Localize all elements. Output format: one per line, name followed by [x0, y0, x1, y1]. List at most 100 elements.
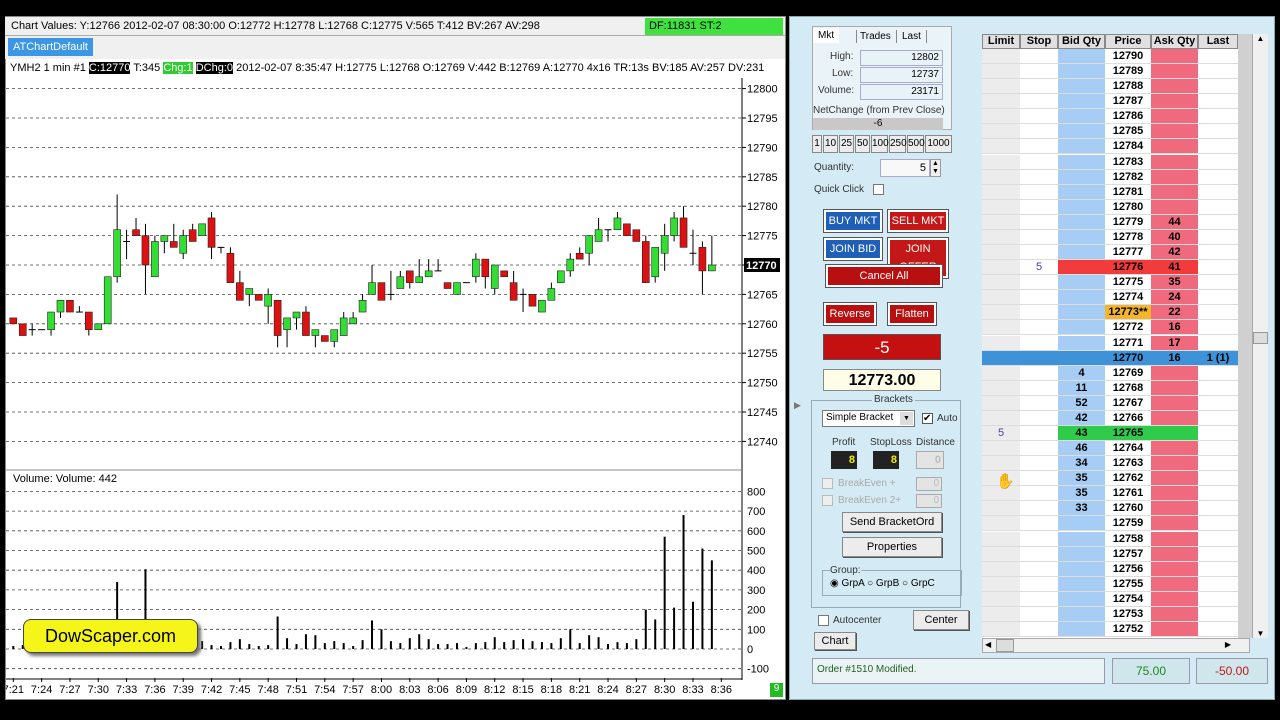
- ladder-limit-cell[interactable]: [982, 335, 1020, 351]
- ladder-limit-cell[interactable]: [982, 245, 1020, 261]
- chart-button[interactable]: Chart: [814, 632, 856, 650]
- profit-input[interactable]: 8: [831, 451, 857, 469]
- ladder-ask-cell[interactable]: [1151, 410, 1198, 426]
- ladder-limit-cell[interactable]: [982, 606, 1020, 622]
- scroll-up-icon[interactable]: ▲: [1253, 34, 1268, 43]
- ladder-limit-cell[interactable]: [982, 260, 1020, 276]
- ladder-limit-cell[interactable]: [982, 94, 1020, 110]
- buy-market-button[interactable]: BUY MKT: [823, 209, 883, 233]
- ladder-ask-cell[interactable]: [1151, 154, 1198, 170]
- ladder-stop-cell[interactable]: [1020, 410, 1058, 426]
- ladder-limit-cell[interactable]: [982, 79, 1020, 95]
- ladder-stop-cell[interactable]: 5: [1020, 260, 1058, 276]
- ladder-stop-cell[interactable]: [1020, 395, 1058, 411]
- ladder-ask-cell[interactable]: [1151, 380, 1198, 396]
- ladder-header-stop[interactable]: Stop: [1020, 34, 1058, 49]
- ladder-limit-cell[interactable]: [982, 184, 1020, 200]
- ladder-bid-cell[interactable]: 35: [1058, 486, 1105, 502]
- auto-checkbox[interactable]: ✔: [922, 413, 933, 424]
- tab-atchartdefault[interactable]: ATChartDefault: [8, 38, 93, 56]
- ladder-bid-cell[interactable]: [1058, 290, 1105, 306]
- ladder-bid-cell[interactable]: [1058, 139, 1105, 155]
- ladder-bid-cell[interactable]: [1058, 546, 1105, 562]
- ladder-bid-cell[interactable]: [1058, 622, 1105, 638]
- ladder-limit-cell[interactable]: [982, 169, 1020, 185]
- vertical-scrollbar[interactable]: ▲ ▼: [1252, 34, 1268, 638]
- ladder-limit-cell[interactable]: [982, 441, 1020, 457]
- ladder-ask-cell[interactable]: [1151, 606, 1198, 622]
- ladder-bid-cell[interactable]: [1058, 229, 1105, 245]
- ladder-stop-cell[interactable]: [1020, 320, 1058, 336]
- ladder-ask-cell[interactable]: 42: [1151, 245, 1198, 261]
- qty-preset-button[interactable]: 25: [839, 135, 854, 153]
- ladder-bid-cell[interactable]: [1058, 591, 1105, 607]
- ladder-limit-cell[interactable]: [982, 516, 1020, 532]
- price-ladder[interactable]: Limit Stop Bid Qty Price Ask Qty Last 12790 127…: [982, 34, 1238, 638]
- ladder-ask-cell[interactable]: [1151, 531, 1198, 547]
- ladder-limit-cell[interactable]: [982, 365, 1020, 381]
- ladder-ask-cell[interactable]: [1151, 426, 1198, 441]
- properties-button[interactable]: Properties: [842, 537, 942, 557]
- ladder-header-bid[interactable]: Bid Qty: [1058, 34, 1105, 49]
- ladder-ask-cell[interactable]: [1151, 546, 1198, 562]
- ladder-stop-cell[interactable]: [1020, 214, 1058, 230]
- ladder-bid-cell[interactable]: 42: [1058, 410, 1105, 426]
- send-bracket-order-button[interactable]: Send BracketOrd: [842, 512, 942, 532]
- join-bid-button[interactable]: JOIN BID: [823, 237, 883, 261]
- quantity-input[interactable]: 5: [880, 159, 930, 177]
- ladder-limit-cell[interactable]: [982, 109, 1020, 125]
- ladder-ask-cell[interactable]: 40: [1151, 229, 1198, 245]
- ladder-bid-cell[interactable]: [1058, 561, 1105, 577]
- ladder-header-ask[interactable]: Ask Qty: [1151, 34, 1198, 49]
- autocenter-checkbox[interactable]: [818, 615, 829, 626]
- ladder-ask-cell[interactable]: [1151, 486, 1198, 502]
- ladder-bid-cell[interactable]: [1058, 94, 1105, 110]
- ladder-bid-cell[interactable]: [1058, 606, 1105, 622]
- ladder-ask-cell[interactable]: [1151, 184, 1198, 200]
- ladder-stop-cell[interactable]: [1020, 184, 1058, 200]
- ladder-stop-cell[interactable]: [1020, 471, 1058, 487]
- ladder-limit-cell[interactable]: [982, 350, 1020, 366]
- ladder-stop-cell[interactable]: [1020, 380, 1058, 396]
- ladder-bid-cell[interactable]: [1058, 79, 1105, 95]
- ladder-ask-cell[interactable]: [1151, 109, 1198, 125]
- bracket-type-select[interactable]: Simple Bracket ▼: [822, 410, 915, 427]
- ladder-stop-cell[interactable]: [1020, 94, 1058, 110]
- qty-preset-button[interactable]: 250: [889, 135, 907, 153]
- ladder-stop-cell[interactable]: [1020, 501, 1058, 517]
- ladder-bid-cell[interactable]: [1058, 245, 1105, 261]
- ladder-bid-cell[interactable]: [1058, 169, 1105, 185]
- ladder-stop-cell[interactable]: [1020, 305, 1058, 321]
- ladder-bid-cell[interactable]: [1058, 275, 1105, 291]
- ladder-ask-cell[interactable]: [1151, 471, 1198, 487]
- ladder-ask-cell[interactable]: [1151, 199, 1198, 215]
- ladder-limit-cell[interactable]: [982, 410, 1020, 426]
- ladder-ask-cell[interactable]: [1151, 169, 1198, 185]
- stoploss-input[interactable]: 8: [873, 451, 899, 469]
- ladder-bid-cell[interactable]: [1058, 305, 1105, 321]
- ladder-bid-cell[interactable]: 4: [1058, 365, 1105, 381]
- price-volume-chart[interactable]: 12800 12795 12790 12785 12780 12775 12770 12765…: [6, 78, 786, 698]
- ladder-stop-cell[interactable]: [1020, 275, 1058, 291]
- grpb-radio-icon[interactable]: ○: [867, 578, 873, 589]
- ladder-stop-cell[interactable]: [1020, 441, 1058, 457]
- ladder-ask-cell[interactable]: 16: [1151, 320, 1198, 336]
- tab-mkt[interactable]: Mkt: [813, 28, 840, 43]
- ladder-ask-cell[interactable]: 22: [1151, 305, 1198, 321]
- ladder-bid-cell[interactable]: [1058, 516, 1105, 532]
- ladder-ask-cell[interactable]: [1151, 501, 1198, 517]
- breakeven2-checkbox[interactable]: [822, 495, 833, 506]
- ladder-limit-cell[interactable]: [982, 124, 1020, 140]
- ladder-stop-cell[interactable]: [1020, 49, 1058, 64]
- ladder-bid-cell[interactable]: 35: [1058, 471, 1105, 487]
- ladder-limit-cell[interactable]: [982, 154, 1020, 170]
- ladder-ask-cell[interactable]: 44: [1151, 214, 1198, 230]
- ladder-stop-cell[interactable]: [1020, 606, 1058, 622]
- ladder-bid-cell[interactable]: [1058, 214, 1105, 230]
- ladder-stop-cell[interactable]: [1020, 64, 1058, 80]
- ladder-stop-cell[interactable]: [1020, 622, 1058, 638]
- ladder-limit-cell[interactable]: [982, 576, 1020, 592]
- ladder-header-last[interactable]: Last: [1198, 34, 1238, 49]
- ladder-limit-cell[interactable]: [982, 64, 1020, 80]
- qty-preset-button[interactable]: 1: [812, 135, 822, 153]
